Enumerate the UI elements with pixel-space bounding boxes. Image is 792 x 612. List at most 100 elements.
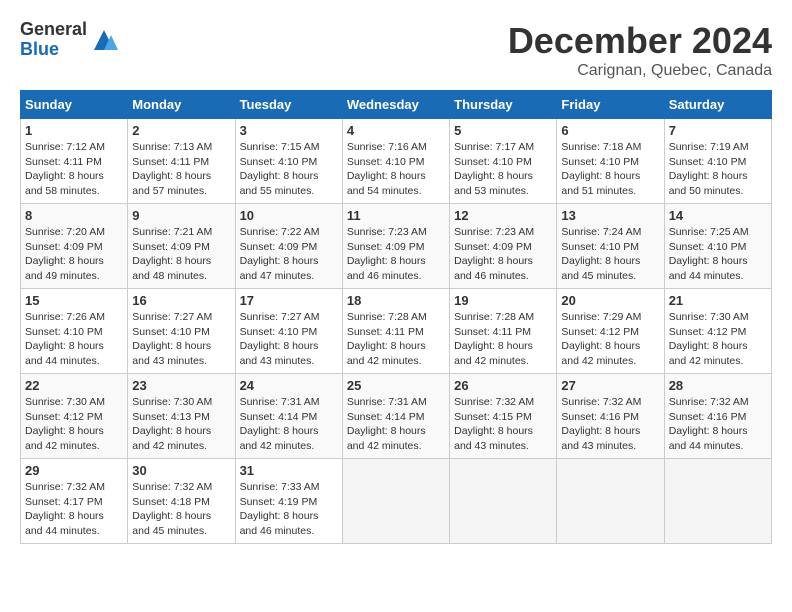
day-number: 1	[25, 123, 123, 138]
day-cell: 1 Sunrise: 7:12 AMSunset: 4:11 PMDaylight…	[21, 119, 128, 204]
day-number: 20	[561, 293, 659, 308]
location: Carignan, Quebec, Canada	[508, 62, 772, 80]
day-info: Sunrise: 7:24 AMSunset: 4:10 PMDaylight:…	[561, 225, 659, 284]
day-info: Sunrise: 7:30 AMSunset: 4:12 PMDaylight:…	[25, 395, 123, 454]
day-number: 17	[240, 293, 338, 308]
day-number: 28	[669, 378, 767, 393]
day-cell: 8 Sunrise: 7:20 AMSunset: 4:09 PMDaylight…	[21, 204, 128, 289]
day-number: 12	[454, 208, 552, 223]
day-cell: 11 Sunrise: 7:23 AMSunset: 4:09 PMDayligh…	[342, 204, 449, 289]
day-number: 6	[561, 123, 659, 138]
day-cell: 17 Sunrise: 7:27 AMSunset: 4:10 PMDayligh…	[235, 289, 342, 374]
day-info: Sunrise: 7:23 AMSunset: 4:09 PMDaylight:…	[454, 225, 552, 284]
day-info: Sunrise: 7:23 AMSunset: 4:09 PMDaylight:…	[347, 225, 445, 284]
day-info: Sunrise: 7:13 AMSunset: 4:11 PMDaylight:…	[132, 140, 230, 199]
day-info: Sunrise: 7:27 AMSunset: 4:10 PMDaylight:…	[132, 310, 230, 369]
day-number: 7	[669, 123, 767, 138]
logo-icon	[89, 25, 119, 55]
day-cell: 28 Sunrise: 7:32 AMSunset: 4:16 PMDayligh…	[664, 374, 771, 459]
day-info: Sunrise: 7:33 AMSunset: 4:19 PMDaylight:…	[240, 480, 338, 539]
day-info: Sunrise: 7:32 AMSunset: 4:16 PMDaylight:…	[669, 395, 767, 454]
day-cell: 26Sunrise: 7:32 AMSunset: 4:15 PMDayligh…	[450, 374, 557, 459]
weekday-header-monday: Monday	[128, 91, 235, 119]
day-number: 29	[25, 463, 123, 478]
day-info: Sunrise: 7:30 AMSunset: 4:12 PMDaylight:…	[669, 310, 767, 369]
day-cell: 30Sunrise: 7:32 AMSunset: 4:18 PMDayligh…	[128, 459, 235, 544]
day-info: Sunrise: 7:26 AMSunset: 4:10 PMDaylight:…	[25, 310, 123, 369]
weekday-header-saturday: Saturday	[664, 91, 771, 119]
day-number: 21	[669, 293, 767, 308]
weekday-header-thursday: Thursday	[450, 91, 557, 119]
day-info: Sunrise: 7:12 AMSunset: 4:11 PMDaylight:…	[25, 140, 123, 199]
day-info: Sunrise: 7:17 AMSunset: 4:10 PMDaylight:…	[454, 140, 552, 199]
day-cell: 20 Sunrise: 7:29 AMSunset: 4:12 PMDayligh…	[557, 289, 664, 374]
day-cell: 12 Sunrise: 7:23 AMSunset: 4:09 PMDayligh…	[450, 204, 557, 289]
day-cell: 5Sunrise: 7:17 AMSunset: 4:10 PMDaylight…	[450, 119, 557, 204]
day-cell: 22Sunrise: 7:30 AMSunset: 4:12 PMDayligh…	[21, 374, 128, 459]
day-cell: 24 Sunrise: 7:31 AMSunset: 4:14 PMDayligh…	[235, 374, 342, 459]
weekday-header-friday: Friday	[557, 91, 664, 119]
day-info: Sunrise: 7:30 AMSunset: 4:13 PMDaylight:…	[132, 395, 230, 454]
day-number: 16	[132, 293, 230, 308]
day-cell: 29 Sunrise: 7:32 AMSunset: 4:17 PMDayligh…	[21, 459, 128, 544]
day-number: 25	[347, 378, 445, 393]
day-info: Sunrise: 7:32 AMSunset: 4:17 PMDaylight:…	[25, 480, 123, 539]
week-row-5: 29 Sunrise: 7:32 AMSunset: 4:17 PMDayligh…	[21, 459, 772, 544]
day-cell: 21 Sunrise: 7:30 AMSunset: 4:12 PMDayligh…	[664, 289, 771, 374]
day-cell: 7 Sunrise: 7:19 AMSunset: 4:10 PMDaylight…	[664, 119, 771, 204]
day-number: 2	[132, 123, 230, 138]
day-info: Sunrise: 7:32 AMSunset: 4:15 PMDaylight:…	[454, 395, 552, 454]
day-info: Sunrise: 7:22 AMSunset: 4:09 PMDaylight:…	[240, 225, 338, 284]
weekday-header-sunday: Sunday	[21, 91, 128, 119]
week-row-2: 8 Sunrise: 7:20 AMSunset: 4:09 PMDaylight…	[21, 204, 772, 289]
day-number: 24	[240, 378, 338, 393]
day-cell: 13 Sunrise: 7:24 AMSunset: 4:10 PMDayligh…	[557, 204, 664, 289]
day-cell	[664, 459, 771, 544]
weekday-header-row: SundayMondayTuesdayWednesdayThursdayFrid…	[21, 91, 772, 119]
day-cell: 19 Sunrise: 7:28 AMSunset: 4:11 PMDayligh…	[450, 289, 557, 374]
day-info: Sunrise: 7:16 AMSunset: 4:10 PMDaylight:…	[347, 140, 445, 199]
day-number: 14	[669, 208, 767, 223]
day-number: 11	[347, 208, 445, 223]
weekday-header-tuesday: Tuesday	[235, 91, 342, 119]
day-number: 10	[240, 208, 338, 223]
day-number: 9	[132, 208, 230, 223]
day-info: Sunrise: 7:28 AMSunset: 4:11 PMDaylight:…	[347, 310, 445, 369]
day-cell: 27 Sunrise: 7:32 AMSunset: 4:16 PMDayligh…	[557, 374, 664, 459]
day-info: Sunrise: 7:27 AMSunset: 4:10 PMDaylight:…	[240, 310, 338, 369]
day-info: Sunrise: 7:20 AMSunset: 4:09 PMDaylight:…	[25, 225, 123, 284]
day-info: Sunrise: 7:18 AMSunset: 4:10 PMDaylight:…	[561, 140, 659, 199]
day-number: 30	[132, 463, 230, 478]
day-cell: 31Sunrise: 7:33 AMSunset: 4:19 PMDayligh…	[235, 459, 342, 544]
title-area: December 2024 Carignan, Quebec, Canada	[508, 20, 772, 80]
day-number: 15	[25, 293, 123, 308]
day-info: Sunrise: 7:21 AMSunset: 4:09 PMDaylight:…	[132, 225, 230, 284]
day-cell	[342, 459, 449, 544]
day-info: Sunrise: 7:31 AMSunset: 4:14 PMDaylight:…	[347, 395, 445, 454]
day-number: 27	[561, 378, 659, 393]
week-row-3: 15 Sunrise: 7:26 AMSunset: 4:10 PMDayligh…	[21, 289, 772, 374]
day-cell: 9 Sunrise: 7:21 AMSunset: 4:09 PMDaylight…	[128, 204, 235, 289]
day-number: 8	[25, 208, 123, 223]
day-cell: 14 Sunrise: 7:25 AMSunset: 4:10 PMDayligh…	[664, 204, 771, 289]
day-info: Sunrise: 7:32 AMSunset: 4:16 PMDaylight:…	[561, 395, 659, 454]
day-number: 4	[347, 123, 445, 138]
day-cell: 4 Sunrise: 7:16 AMSunset: 4:10 PMDaylight…	[342, 119, 449, 204]
day-number: 19	[454, 293, 552, 308]
day-number: 23	[132, 378, 230, 393]
day-cell: 16 Sunrise: 7:27 AMSunset: 4:10 PMDayligh…	[128, 289, 235, 374]
day-number: 13	[561, 208, 659, 223]
day-info: Sunrise: 7:19 AMSunset: 4:10 PMDaylight:…	[669, 140, 767, 199]
day-info: Sunrise: 7:25 AMSunset: 4:10 PMDaylight:…	[669, 225, 767, 284]
day-info: Sunrise: 7:15 AMSunset: 4:10 PMDaylight:…	[240, 140, 338, 199]
day-number: 18	[347, 293, 445, 308]
day-cell: 10 Sunrise: 7:22 AMSunset: 4:09 PMDayligh…	[235, 204, 342, 289]
day-cell	[450, 459, 557, 544]
day-info: Sunrise: 7:29 AMSunset: 4:12 PMDaylight:…	[561, 310, 659, 369]
day-info: Sunrise: 7:28 AMSunset: 4:11 PMDaylight:…	[454, 310, 552, 369]
logo: General Blue	[20, 20, 119, 60]
day-info: Sunrise: 7:31 AMSunset: 4:14 PMDaylight:…	[240, 395, 338, 454]
calendar-table: SundayMondayTuesdayWednesdayThursdayFrid…	[20, 90, 772, 544]
day-number: 3	[240, 123, 338, 138]
day-cell: 23 Sunrise: 7:30 AMSunset: 4:13 PMDayligh…	[128, 374, 235, 459]
